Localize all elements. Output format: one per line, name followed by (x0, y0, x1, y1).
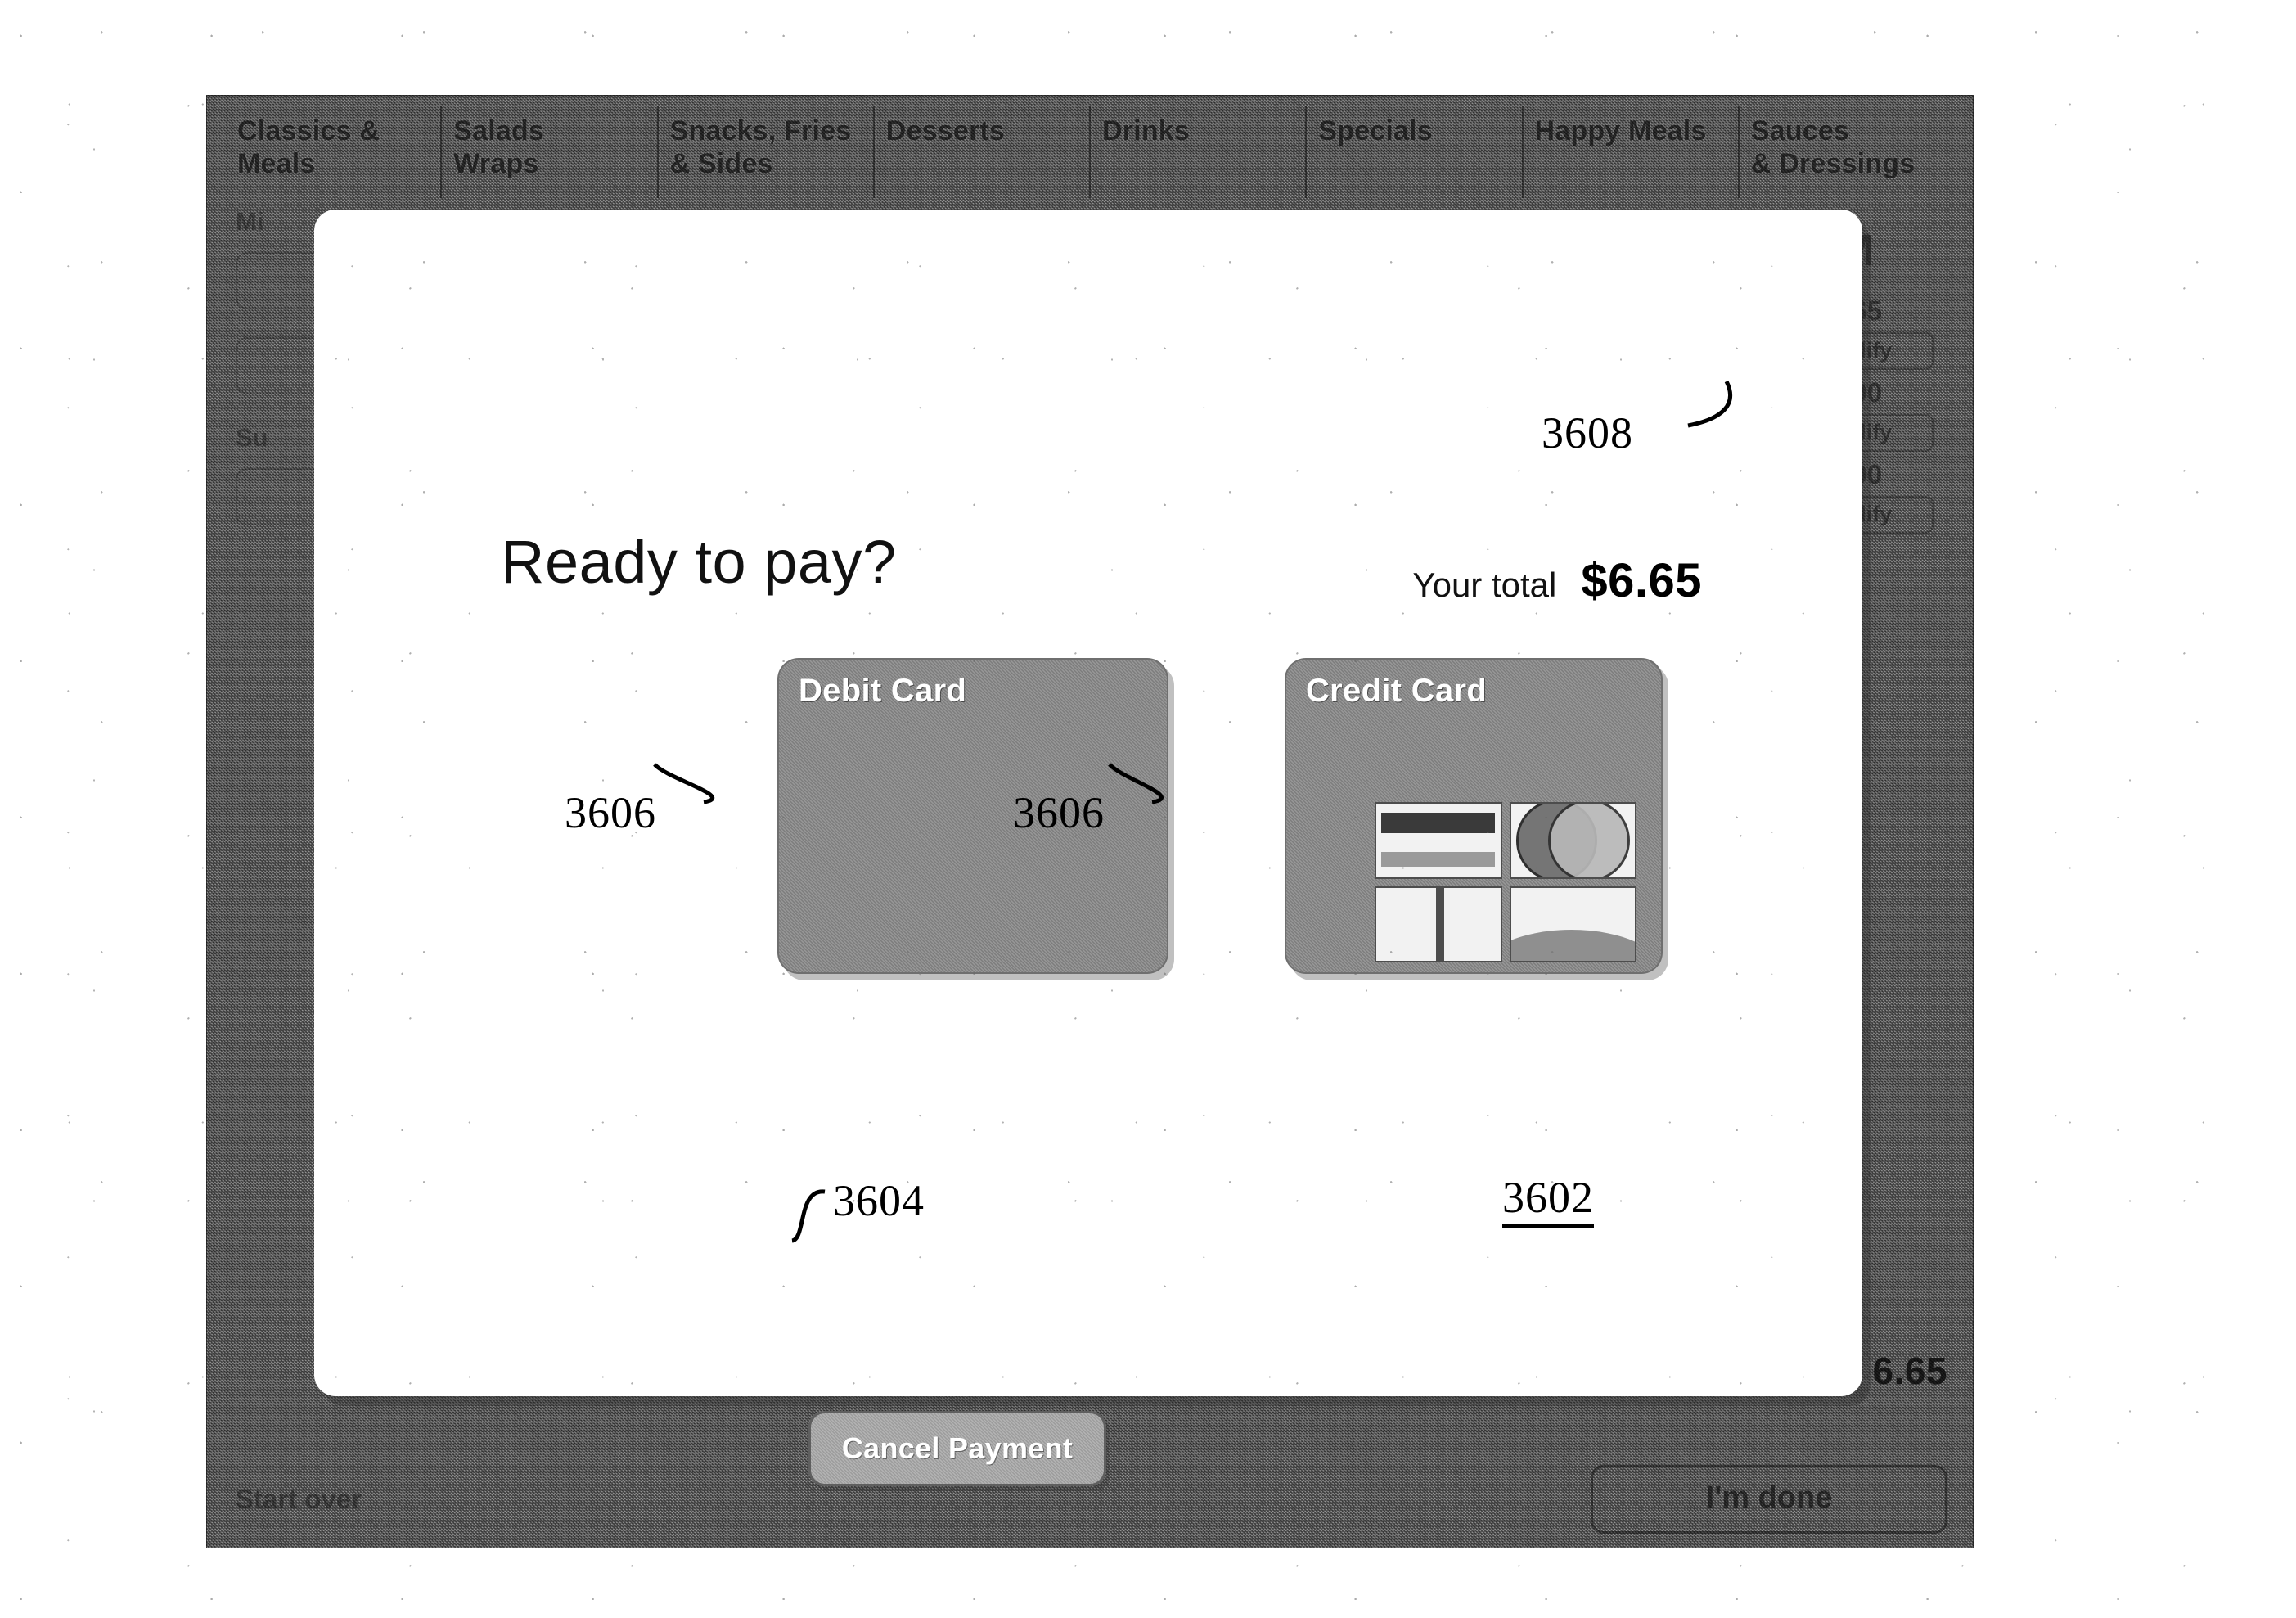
category-tab-strip: Classics & Meals Salads Wraps Snacks, Fr… (226, 106, 1954, 198)
order-total-amount: 6.65 (1872, 1350, 1947, 1392)
dialog-title: Ready to pay? (501, 528, 897, 596)
reference-numeral-3608: 3608 (1542, 408, 1633, 457)
tab-snacks-fries-sides[interactable]: Snacks, Fries & Sides (659, 106, 875, 198)
visa-swoosh-logo-icon (1509, 886, 1636, 962)
debit-card-label: Debit Card (799, 673, 967, 709)
credit-card-tile[interactable]: Credit Card (1285, 658, 1663, 974)
tab-salads-wraps[interactable]: Salads Wraps (442, 106, 659, 198)
total-amount: $6.65 (1581, 554, 1702, 607)
tab-desserts[interactable]: Desserts (875, 106, 1091, 198)
patent-figure-page: Classics & Meals Salads Wraps Snacks, Fr… (0, 0, 2296, 1618)
total-label: Your total (1412, 566, 1557, 604)
total-display: Your total $6.65 (1412, 553, 1702, 608)
accepted-card-brands (1375, 802, 1636, 962)
reference-numeral-3604: 3604 (833, 1176, 925, 1225)
tab-drinks[interactable]: Drinks (1091, 106, 1308, 198)
cancel-payment-button[interactable]: Cancel Payment (808, 1411, 1106, 1486)
tab-happy-meals[interactable]: Happy Meals (1524, 106, 1740, 198)
reference-numeral-3602: 3602 (1502, 1172, 1594, 1228)
reference-numeral-3606-credit: 3606 (1013, 788, 1105, 837)
debit-card-tile[interactable]: Debit Card (777, 658, 1168, 974)
card-bands-logo-icon (1375, 802, 1502, 879)
start-over-button[interactable]: Start over (236, 1475, 362, 1524)
tab-classics-meals[interactable]: Classics & Meals (226, 106, 443, 198)
tab-specials[interactable]: Specials (1307, 106, 1524, 198)
credit-card-label: Credit Card (1306, 673, 1488, 709)
reference-numeral-3606-debit: 3606 (565, 788, 656, 837)
mastercard-circles-logo-icon (1509, 802, 1636, 879)
amex-split-logo-icon (1375, 886, 1502, 962)
im-done-button[interactable]: I'm done (1591, 1465, 1947, 1534)
tab-sauces-dressings[interactable]: Sauces & Dressings (1740, 106, 1954, 198)
